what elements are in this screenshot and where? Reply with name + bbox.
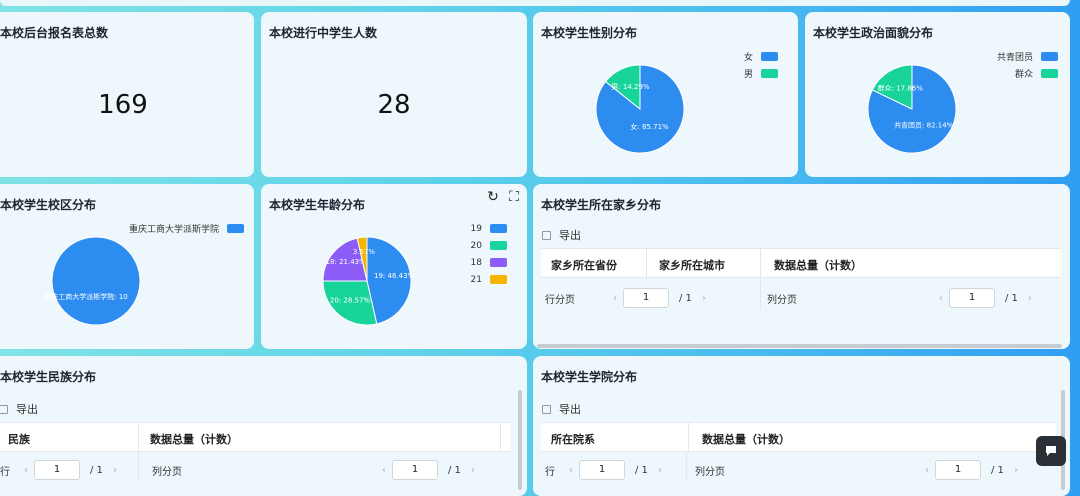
page-input[interactable]: 1 xyxy=(579,460,625,480)
next-page-icon[interactable]: › xyxy=(1014,465,1018,476)
next-page-icon[interactable]: › xyxy=(702,293,706,304)
pie-data-label: 女: 85.71% xyxy=(630,122,669,131)
next-page-icon[interactable]: › xyxy=(1028,293,1032,304)
active-students-card: 本校进行中学生人数 28 xyxy=(261,12,527,177)
export-icon xyxy=(542,404,551,414)
prev-page-icon[interactable]: ‹ xyxy=(925,465,929,476)
page-input[interactable]: 1 xyxy=(623,288,669,308)
column-pager: 列分页 ‹ 1 / 1 › xyxy=(152,459,481,481)
active-students-value: 28 xyxy=(377,90,411,120)
hometown-card: 本校学生所在家乡分布 导出 家乡所在省份 家乡所在城市 数据总量（计数） 行分页… xyxy=(533,184,1070,349)
row-pager: 行 ‹ 1 / 1 › xyxy=(0,459,123,481)
political-pie-chart: 共青团员: 82.14% 群众: 17.86% xyxy=(867,64,957,154)
pie-data-label: 3.57% xyxy=(353,248,376,256)
next-page-icon[interactable]: › xyxy=(113,465,117,476)
export-button[interactable]: 导出 xyxy=(542,401,581,417)
export-icon xyxy=(542,230,551,240)
prev-page-icon[interactable]: ‹ xyxy=(382,465,386,476)
card-title: 本校进行中学生人数 xyxy=(269,26,378,40)
page-input[interactable]: 1 xyxy=(935,460,981,480)
next-page-icon[interactable]: › xyxy=(471,465,475,476)
pager-divider xyxy=(138,452,139,482)
table-header: 家乡所在省份 家乡所在城市 数据总量（计数） xyxy=(541,248,1061,278)
table-header: 所在院系 数据总量（计数） xyxy=(541,422,1056,452)
export-button[interactable]: 导出 xyxy=(0,401,38,417)
export-button[interactable]: 导出 xyxy=(542,227,581,243)
column-header[interactable]: 数据总量（计数） xyxy=(774,257,862,273)
pie-data-label: 共青团员: 82.14% xyxy=(894,121,954,130)
pie-data-label: 男: 14.29% xyxy=(611,83,650,91)
export-icon xyxy=(0,404,8,414)
vertical-scrollbar[interactable] xyxy=(518,390,522,490)
prev-page-icon[interactable]: ‹ xyxy=(613,293,617,304)
gender-pie-chart: 女: 85.71% 男: 14.29% xyxy=(595,64,685,154)
age-pie-chart: 19: 46.43% 20: 28.57% 18: 21.43% 3.57% xyxy=(322,236,415,326)
campus-card: 本校学生校区分布 重庆工商大学派斯学院 重庆工商大学派斯学院: 10 xyxy=(0,184,254,349)
page-input[interactable]: 1 xyxy=(949,288,995,308)
chat-button[interactable] xyxy=(1036,436,1066,466)
column-header[interactable]: 数据总量（计数） xyxy=(150,431,238,447)
column-pager: 列分页 ‹ 1 / 1 › xyxy=(767,287,1038,309)
column-header[interactable]: 家乡所在省份 xyxy=(551,257,617,273)
pie-data-label: 重庆工商大学派斯学院: 10 xyxy=(44,292,128,301)
prev-page-icon[interactable]: ‹ xyxy=(939,293,943,304)
chat-icon xyxy=(1046,446,1056,456)
pager-divider xyxy=(686,452,687,482)
age-card: 本校学生年龄分布 ↻ ⛶ 19 20 18 21 19: 46.43% 20: 2… xyxy=(261,184,527,349)
pager-divider xyxy=(760,278,761,310)
pie-data-label: 18: 21.43% xyxy=(326,258,367,266)
card-title: 本校学生所在家乡分布 xyxy=(541,198,662,212)
column-header[interactable]: 家乡所在城市 xyxy=(659,257,725,273)
pie-slice[interactable] xyxy=(51,236,141,326)
card-title: 本校学生民族分布 xyxy=(0,370,97,384)
card-title: 本校后台报名表总数 xyxy=(0,26,109,40)
ethnic-card: 本校学生民族分布 导出 民族 数据总量（计数） 行 ‹ 1 / 1 › 列分页 … xyxy=(0,356,527,496)
political-card: 本校学生政治面貌分布 共青团员 群众 共青团员: 82.14% 群众: 17.86… xyxy=(805,12,1070,177)
table-header: 民族 数据总量（计数） xyxy=(0,422,510,452)
signup-total-card: 本校后台报名表总数 169 xyxy=(0,12,254,177)
column-pager: 列分页 ‹ 1 / 1 › xyxy=(695,459,1024,481)
column-header[interactable]: 所在院系 xyxy=(551,431,595,447)
pie-data-label: 19: 46.43% xyxy=(374,272,415,280)
column-header[interactable]: 数据总量（计数） xyxy=(702,431,790,447)
signup-total-value: 169 xyxy=(98,90,148,120)
next-page-icon[interactable]: › xyxy=(658,465,662,476)
gender-card: 本校学生性别分布 女 男 女: 85.71% 男: 14.29% xyxy=(533,12,798,177)
horizontal-scrollbar[interactable] xyxy=(537,344,1062,348)
top-panel-edge xyxy=(0,0,1070,6)
row-pager: 行分页 ‹ 1 / 1 › xyxy=(545,287,712,309)
pie-data-label: 20: 28.57% xyxy=(330,296,371,304)
page-input[interactable]: 1 xyxy=(392,460,438,480)
prev-page-icon[interactable]: ‹ xyxy=(569,465,573,476)
college-card: 本校学生学院分布 导出 所在院系 数据总量（计数） 行 ‹ 1 / 1 › 列分… xyxy=(533,356,1070,496)
column-header[interactable]: 民族 xyxy=(8,431,30,447)
page-input[interactable]: 1 xyxy=(34,460,80,480)
pie-data-label: 群众: 17.86% xyxy=(878,83,924,92)
prev-page-icon[interactable]: ‹ xyxy=(24,465,28,476)
campus-pie-chart: 重庆工商大学派斯学院: 10 xyxy=(44,236,141,326)
row-pager: 行 ‹ 1 / 1 › xyxy=(545,459,668,481)
card-title: 本校学生学院分布 xyxy=(541,370,638,384)
